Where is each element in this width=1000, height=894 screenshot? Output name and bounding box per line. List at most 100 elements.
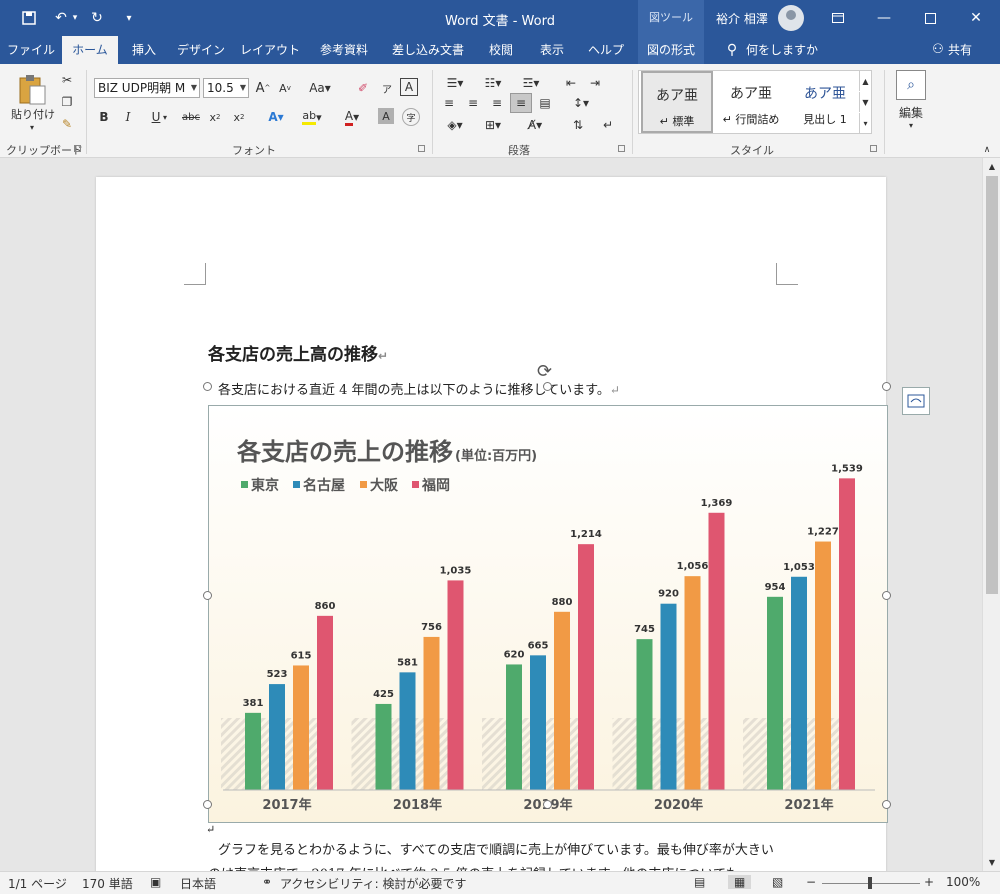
document-page[interactable]: 各支店の売上高の推移↵ 各支店における直近 4 年間の売上は以下のように推移して… xyxy=(96,177,888,871)
justify-icon[interactable]: ≡ xyxy=(510,93,532,113)
align-right-icon[interactable]: ≡ xyxy=(488,94,506,112)
web-layout-icon[interactable]: ▧ xyxy=(772,875,783,889)
font-name-box[interactable]: BIZ UDP明朝 M ▼ xyxy=(94,78,200,98)
zoom-slider-thumb[interactable] xyxy=(868,877,872,889)
tab-picture-format[interactable]: 図の形式 xyxy=(638,36,704,64)
resize-handle[interactable] xyxy=(203,800,212,809)
styles-launcher-icon[interactable] xyxy=(870,145,877,152)
zoom-level[interactable]: 100% xyxy=(946,875,980,889)
layout-options-icon[interactable] xyxy=(902,387,930,415)
page-count[interactable]: 1/1 ページ xyxy=(8,875,67,892)
tab-design[interactable]: デザイン xyxy=(170,36,232,64)
rotate-handle-icon[interactable]: ⟳ xyxy=(537,361,552,382)
tab-view[interactable]: 表示 xyxy=(526,36,578,64)
subscript-icon[interactable]: x2 xyxy=(206,108,224,126)
paste-icon[interactable] xyxy=(16,72,48,106)
strikethrough-icon[interactable]: abc xyxy=(180,108,202,126)
text-effects-icon[interactable]: A▾ xyxy=(262,108,290,126)
read-mode-icon[interactable]: ▤ xyxy=(694,875,705,889)
zoom-in-icon[interactable]: + xyxy=(924,875,934,889)
resize-handle[interactable] xyxy=(543,382,552,391)
intro-paragraph[interactable]: 各支店における直近 4 年間の売上は以下のように推移しています。↵ xyxy=(218,379,620,398)
user-name[interactable]: 裕介 相澤 xyxy=(716,10,768,27)
collapse-ribbon-icon[interactable]: ∧ xyxy=(980,144,994,156)
tell-me-box[interactable]: 何をしますか xyxy=(746,36,822,64)
ribbon-display-options-icon[interactable] xyxy=(815,0,861,36)
asian-layout-icon[interactable]: A̸▾ xyxy=(520,116,550,134)
distributed-icon[interactable]: ▤ xyxy=(536,94,554,112)
tab-layout[interactable]: レイアウト xyxy=(232,36,308,64)
print-layout-icon[interactable]: ▦ xyxy=(728,875,752,889)
numbering-icon[interactable]: ☷▾ xyxy=(478,74,508,92)
language[interactable]: 日本語 xyxy=(180,875,216,892)
word-count[interactable]: 170 単語 xyxy=(82,875,133,892)
body-paragraph-2[interactable]: のは東京支店で、2017 年に比べて約 3.5 倍の売上を記録しています。他の支… xyxy=(208,863,738,871)
resize-handle[interactable] xyxy=(882,382,891,391)
chart-image[interactable]: 各支店の売上の推移 (単位:百万円) 東京 名古屋 大阪 福岡 381 523 615 86… xyxy=(208,405,888,823)
proofing-icon[interactable]: ▣ xyxy=(150,875,161,889)
enclose-characters-icon[interactable]: 字 xyxy=(402,108,420,126)
highlight-icon[interactable]: ab ▾ xyxy=(298,108,326,126)
style-heading-1[interactable]: あア亜 見出し 1 xyxy=(789,71,861,133)
font-color-icon[interactable]: A ▾ xyxy=(338,108,366,126)
document-heading[interactable]: 各支店の売上高の推移↵ xyxy=(208,340,388,365)
styles-scroll-down-icon[interactable]: ▼ xyxy=(859,92,871,112)
resize-handle[interactable] xyxy=(203,591,212,600)
paste-dropdown-icon[interactable]: ▾ xyxy=(22,122,42,132)
paste-button[interactable]: 貼り付け xyxy=(8,106,58,122)
editing-button[interactable]: 編集 xyxy=(894,104,928,120)
character-border-icon[interactable]: A xyxy=(400,78,418,96)
align-left-icon[interactable]: ≡ xyxy=(440,94,458,112)
align-center-icon[interactable]: ≡ xyxy=(464,94,482,112)
accessibility-status[interactable]: アクセシビリティ: 検討が必要です xyxy=(280,875,467,892)
maximize-icon[interactable] xyxy=(907,0,953,36)
italic-icon[interactable]: I xyxy=(120,108,136,126)
superscript-icon[interactable]: x2 xyxy=(230,108,248,126)
borders-icon[interactable]: ⊞▾ xyxy=(478,116,508,134)
paragraph-launcher-icon[interactable] xyxy=(618,145,625,152)
tab-references[interactable]: 参考資料 xyxy=(308,36,380,64)
vertical-scrollbar[interactable]: ▲ ▼ xyxy=(982,158,1000,871)
bold-icon[interactable]: B xyxy=(96,108,112,126)
minimize-icon[interactable]: — xyxy=(861,0,907,36)
font-launcher-icon[interactable] xyxy=(418,145,425,152)
tab-mailings[interactable]: 差し込み文書 xyxy=(380,36,476,64)
tab-home[interactable]: ホーム xyxy=(62,36,118,64)
scroll-thumb[interactable] xyxy=(986,176,998,594)
cut-icon[interactable]: ✂ xyxy=(58,72,76,88)
multilevel-list-icon[interactable]: ☲▾ xyxy=(516,74,546,92)
zoom-out-icon[interactable]: − xyxy=(806,875,816,889)
resize-handle[interactable] xyxy=(882,800,891,809)
character-shading-icon[interactable]: A xyxy=(378,108,394,124)
share-button[interactable]: 共有 xyxy=(948,36,982,64)
body-paragraph-1[interactable]: グラフを見るとわかるように、すべての支店で順調に売上が伸びています。最も伸び率が… xyxy=(218,839,774,858)
clear-formatting-icon[interactable]: ✐ xyxy=(354,78,372,98)
find-icon[interactable]: ⌕ xyxy=(896,70,926,100)
resize-handle[interactable] xyxy=(203,382,212,391)
tab-review[interactable]: 校閲 xyxy=(476,36,526,64)
increase-indent-icon[interactable]: ⇥ xyxy=(586,74,604,92)
styles-more-icon[interactable]: ▾ xyxy=(859,113,871,133)
scroll-down-icon[interactable]: ▼ xyxy=(986,856,998,868)
tab-insert[interactable]: 挿入 xyxy=(118,36,170,64)
decrease-indent-icon[interactable]: ⇤ xyxy=(562,74,580,92)
line-spacing-icon[interactable]: ↕▾ xyxy=(566,94,596,112)
resize-handle[interactable] xyxy=(882,591,891,600)
shrink-font-icon[interactable]: Av xyxy=(276,78,294,98)
bullets-icon[interactable]: ☰▾ xyxy=(440,74,470,92)
copy-icon[interactable]: ❐ xyxy=(58,94,76,110)
phonetic-guide-icon[interactable]: ア xyxy=(378,78,396,98)
style-no-spacing[interactable]: あア亜 ↵ 行間詰め xyxy=(715,71,787,133)
styles-scroll-up-icon[interactable]: ▲ xyxy=(859,71,871,91)
font-size-box[interactable]: 10.5 ▼ xyxy=(203,78,249,98)
editing-dropdown-icon[interactable]: ▾ xyxy=(902,120,920,130)
tab-file[interactable]: ファイル xyxy=(0,36,62,64)
show-marks-icon[interactable]: ↵ xyxy=(598,116,618,134)
close-icon[interactable]: ✕ xyxy=(953,0,999,36)
scroll-up-icon[interactable]: ▲ xyxy=(986,160,998,172)
format-painter-icon[interactable]: ✎ xyxy=(58,116,76,132)
clipboard-launcher-icon[interactable] xyxy=(74,145,81,152)
lightbulb-icon[interactable]: ⚲ xyxy=(722,36,742,64)
style-normal[interactable]: あア亜 ↵ 標準 xyxy=(641,71,713,133)
change-case-icon[interactable]: Aa▾ xyxy=(306,78,334,98)
